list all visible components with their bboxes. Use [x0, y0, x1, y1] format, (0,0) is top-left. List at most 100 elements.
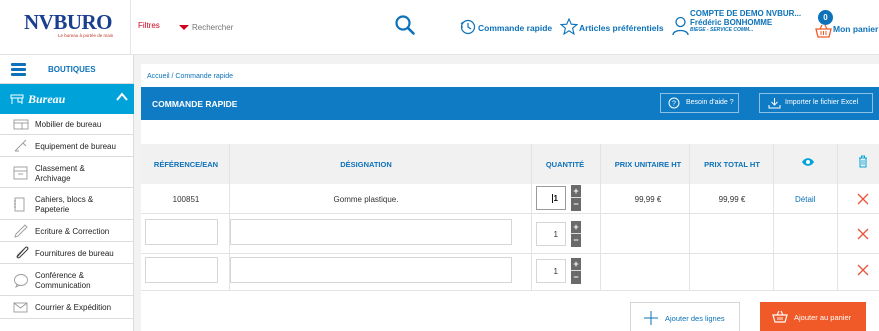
account-user-name: Frédéric BONHOMME [690, 18, 773, 27]
chevron-down-icon[interactable] [179, 25, 189, 30]
quantity-stepper[interactable]: + − [571, 185, 581, 211]
title-bar: COMMANDE RAPIDE ? Besoin d'aide ? Import… [141, 87, 879, 120]
row-unit-price: 99,99 € [634, 195, 662, 204]
sidebar-item-ecriture[interactable]: Ecriture & Correction [0, 220, 134, 242]
account-department: BIEGE - SERVICE COMM... [690, 27, 754, 33]
sidebar-item-label: Classement & Archivage [35, 164, 85, 183]
sidebar-item-label: Mobilier de bureau [35, 120, 102, 129]
divider [837, 144, 838, 290]
column-header-reference: RÉFÉRENCE/EAN [153, 160, 219, 169]
chevron-up-icon[interactable] [116, 92, 128, 102]
question-icon: ? [668, 97, 680, 109]
desk-icon [10, 94, 24, 104]
sidebar-item-conference[interactable]: Conférence & Communication [0, 264, 134, 296]
divider [600, 144, 601, 290]
sidebar-item-cahiers[interactable]: Cahiers, blocs & Papeterie [0, 188, 134, 220]
basket-icon[interactable] [815, 24, 832, 38]
search-icon[interactable] [394, 14, 416, 36]
filters-dropdown-label[interactable]: Filtres [138, 21, 160, 30]
import-excel-button[interactable]: Importer le fichier Excel [759, 93, 873, 113]
sidebar-item-classement[interactable]: Classement & Archivage [0, 157, 134, 188]
sidebar-item-label: Fournitures de bureau [35, 249, 114, 258]
sidebar-item-label: Conférence & Communication [35, 271, 91, 290]
sidebar-category-bureau[interactable]: Bureau [0, 84, 134, 114]
decrement-button[interactable]: − [571, 234, 581, 247]
equipment-icon [14, 139, 27, 152]
close-icon[interactable] [857, 193, 869, 205]
download-icon [768, 98, 781, 109]
increment-button[interactable]: + [571, 185, 581, 198]
quantity-input[interactable]: 1 [536, 259, 566, 283]
sidebar-item-label: Ecriture & Correction [35, 227, 110, 236]
sidebar-category-label: Bureau [28, 92, 66, 106]
detail-link[interactable]: Détail [795, 195, 815, 204]
increment-button[interactable]: + [571, 221, 581, 234]
breadcrumb[interactable]: Accueil / Commande rapide [147, 73, 233, 80]
eye-icon [802, 158, 814, 166]
add-lines-label: Ajouter des lignes [665, 314, 725, 323]
close-icon[interactable] [857, 264, 869, 276]
divider [141, 253, 879, 254]
help-button[interactable]: ? Besoin d'aide ? [660, 93, 739, 113]
divider [141, 213, 879, 214]
main-content: Accueil / Commande rapide COMMANDE RAPID… [134, 55, 879, 331]
decrement-button[interactable]: − [571, 198, 581, 211]
svg-text:?: ? [672, 101, 676, 108]
sidebar-item-label: Cahiers, blocs & Papeterie [35, 195, 94, 214]
help-button-label: Besoin d'aide ? [686, 99, 734, 106]
column-header-total-price: PRIX TOTAL HT [704, 160, 760, 169]
designation-input[interactable] [230, 257, 512, 283]
decrement-button[interactable]: − [571, 271, 581, 284]
sidebar-item-fournitures[interactable]: Fournitures de bureau [0, 242, 134, 264]
import-button-label: Importer le fichier Excel [785, 99, 859, 106]
account-menu[interactable]: COMPTE DE DEMO NVBUR... Frédéric BONHOMM… [690, 9, 810, 33]
table-header: RÉFÉRENCE/EAN DÉSIGNATION QUANTITÉ PRIX … [141, 144, 879, 184]
account-company: COMPTE DE DEMO NVBUR... [690, 9, 802, 18]
quantity-value: 1 [553, 267, 558, 276]
add-to-cart-label: Ajouter au panier [794, 313, 852, 322]
row-designation: Gomme plastique. [333, 195, 399, 204]
add-lines-button[interactable]: Ajouter des lignes [630, 302, 740, 331]
row-reference: 100851 [172, 195, 200, 204]
close-icon[interactable] [857, 228, 869, 240]
sidebar-item-mobilier[interactable]: Mobilier de bureau [0, 114, 134, 135]
hamburger-menu-icon[interactable] [11, 63, 26, 76]
sidebar-item-equipement[interactable]: Equipement de bureau [0, 135, 134, 157]
quick-order-panel: Accueil / Commande rapide COMMANDE RAPID… [141, 64, 879, 331]
add-to-cart-button[interactable]: Ajouter au panier [760, 302, 866, 331]
search-input[interactable] [192, 15, 382, 39]
basket-icon [772, 310, 788, 323]
logo-text: NVBURO [24, 10, 113, 34]
divider [689, 144, 690, 290]
boutiques-menu[interactable]: BOUTIQUES [0, 55, 134, 84]
user-icon[interactable] [672, 16, 689, 36]
divider [531, 144, 532, 290]
quantity-stepper[interactable]: + − [571, 221, 581, 247]
column-header-designation: DÉSIGNATION [340, 160, 392, 169]
quantity-input[interactable]: 1 [536, 186, 566, 210]
quick-order-link[interactable]: Commande rapide [478, 23, 552, 33]
quantity-value: 1 [551, 194, 558, 203]
furniture-icon [13, 119, 29, 130]
sidebar-item-label: Courrier & Expédition [35, 303, 112, 312]
cart-link[interactable]: Mon panier [833, 24, 878, 34]
quantity-value: 1 [553, 230, 558, 239]
designation-input[interactable] [230, 219, 512, 245]
column-header-quantity: QUANTITÉ [545, 160, 585, 169]
sidebar-item-courrier[interactable]: Courrier & Expédition [0, 296, 134, 319]
favorites-link[interactable]: Articles préférentiels [579, 23, 664, 33]
quantity-stepper[interactable]: + − [571, 258, 581, 284]
quantity-input[interactable]: 1 [536, 222, 566, 246]
divider [141, 290, 879, 291]
reference-input[interactable] [145, 219, 218, 245]
star-icon[interactable] [560, 18, 578, 35]
header: NVBURO Le bureau à portée de main Filtre… [0, 0, 879, 55]
boutiques-label: BOUTIQUES [48, 65, 96, 74]
increment-button[interactable]: + [571, 258, 581, 271]
trash-icon [859, 155, 867, 168]
reference-input[interactable] [145, 257, 218, 283]
notebook-icon [14, 197, 25, 212]
logo[interactable]: NVBURO Le bureau à portée de main [24, 10, 134, 46]
quick-order-icon[interactable] [460, 19, 476, 35]
chat-bubble-icon [14, 274, 28, 288]
